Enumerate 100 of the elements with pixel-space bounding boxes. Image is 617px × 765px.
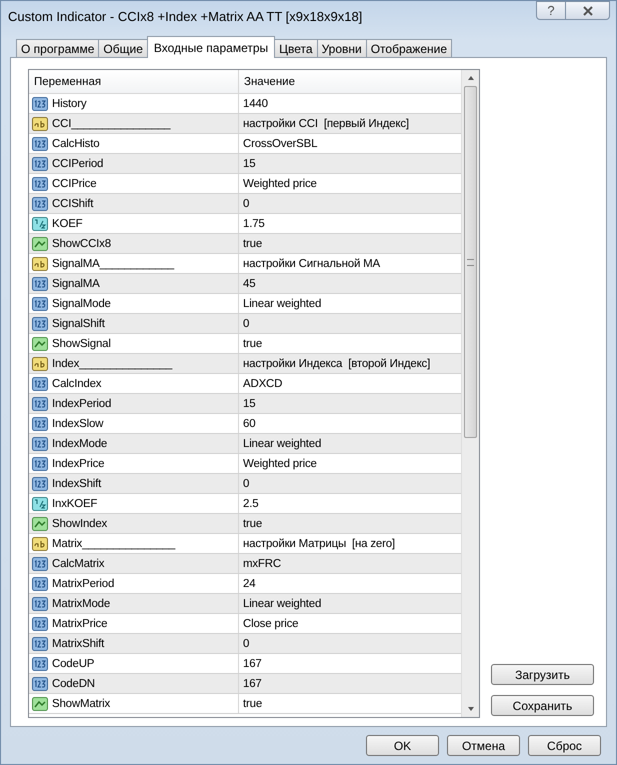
tab[interactable]: Цвета xyxy=(274,39,318,57)
parameter-name: CCIPrice xyxy=(52,178,96,190)
scrollbar[interactable] xyxy=(461,70,479,717)
number-type-icon xyxy=(32,656,48,670)
number-type-icon xyxy=(32,176,48,190)
parameter-value[interactable]: 2.5 xyxy=(243,498,258,510)
parameter-name: IndexShift xyxy=(52,478,102,490)
parameter-value[interactable]: CrossOverSBL xyxy=(243,138,318,150)
parameter-value[interactable]: 1440 xyxy=(243,98,268,110)
close-icon xyxy=(582,6,594,16)
parameter-name: MatrixMode xyxy=(52,598,110,610)
parameter-name: KOEF xyxy=(52,218,83,230)
parameter-name: IndexSlow xyxy=(52,418,104,430)
number-type-icon xyxy=(32,276,48,290)
parameter-value[interactable]: true xyxy=(243,698,262,710)
line-chart-icon xyxy=(32,336,48,350)
parameter-name: CCIShift xyxy=(52,198,94,210)
parameter-value[interactable]: 1.75 xyxy=(243,218,265,230)
parameter-value[interactable]: 24 xyxy=(243,578,256,590)
parameter-name: ShowIndex xyxy=(52,518,108,530)
parameter-value[interactable]: 60 xyxy=(243,418,256,430)
parameter-value[interactable]: true xyxy=(243,338,262,350)
number-type-icon xyxy=(32,616,48,630)
parameter-value[interactable]: mxFRC xyxy=(243,558,281,570)
parameter-value[interactable]: настройки Сигнальной MA xyxy=(243,258,380,270)
number-type-icon xyxy=(32,636,48,650)
parameter-name: SignalShift xyxy=(52,318,105,330)
text-type-icon xyxy=(32,536,48,550)
parameter-name: IndexPrice xyxy=(52,458,104,470)
parameter-name: ShowMatrix xyxy=(52,698,110,710)
parameter-value[interactable]: 0 xyxy=(243,318,250,330)
number-type-icon xyxy=(32,556,48,570)
parameter-name: CalcIndex xyxy=(52,378,102,390)
tab[interactable]: Отображение xyxy=(366,39,452,57)
parameter-value[interactable]: 15 xyxy=(243,158,256,170)
parameter-name: Matrix_______________ xyxy=(52,538,176,550)
parameter-name: CalcMatrix xyxy=(52,558,104,570)
parameter-value[interactable]: 167 xyxy=(243,658,262,670)
number-type-icon xyxy=(32,596,48,610)
side-button[interactable]: Сохранить xyxy=(491,695,594,716)
number-type-icon xyxy=(32,156,48,170)
parameter-name: CCIPeriod xyxy=(52,158,104,170)
dialog-button[interactable]: Отмена xyxy=(447,735,520,756)
parameter-value[interactable]: Close price xyxy=(243,618,298,630)
dialog-button[interactable]: OK xyxy=(366,735,439,756)
parameter-value[interactable]: настройки Индекса [второй Индекс] xyxy=(243,358,430,370)
help-button[interactable]: ? xyxy=(536,1,566,20)
fraction-type-icon xyxy=(32,496,48,510)
number-type-icon xyxy=(32,136,48,150)
number-type-icon xyxy=(32,396,48,410)
number-type-icon xyxy=(32,576,48,590)
parameter-name: CalcHisto xyxy=(52,138,100,150)
parameter-value[interactable]: ADXCD xyxy=(243,378,282,390)
number-type-icon xyxy=(32,196,48,210)
parameter-value[interactable]: 15 xyxy=(243,398,256,410)
parameter-value[interactable]: 0 xyxy=(243,478,250,490)
text-type-icon xyxy=(32,116,48,130)
parameter-value[interactable]: Linear weighted xyxy=(243,438,322,450)
line-chart-icon xyxy=(32,696,48,710)
line-chart-icon xyxy=(32,516,48,530)
line-chart-icon xyxy=(32,236,48,250)
tab[interactable]: Общие xyxy=(98,39,148,57)
parameter-value[interactable]: 0 xyxy=(243,198,250,210)
parameter-value[interactable]: Linear weighted xyxy=(243,598,322,610)
parameter-name: SignalMode xyxy=(52,298,111,310)
parameter-value[interactable]: настройки CCI [первый Индекс] xyxy=(243,118,409,130)
tab[interactable]: Уровни xyxy=(316,39,367,57)
number-type-icon xyxy=(32,476,48,490)
dialog-button[interactable]: Сброс xyxy=(528,735,601,756)
tab[interactable]: О программе xyxy=(16,39,100,57)
parameter-name: MatrixShift xyxy=(52,638,104,650)
number-type-icon xyxy=(32,456,48,470)
parameter-name: IndexPeriod xyxy=(52,398,112,410)
number-type-icon xyxy=(32,296,48,310)
parameter-name: IndexMode xyxy=(52,438,108,450)
parameter-name: SignalMA____________ xyxy=(52,258,174,270)
column-header[interactable]: Значение xyxy=(239,70,461,93)
parameter-value[interactable]: Weighted price xyxy=(243,458,317,470)
parameter-value[interactable]: 45 xyxy=(243,278,256,290)
text-type-icon xyxy=(32,356,48,370)
parameter-value[interactable]: 0 xyxy=(243,638,250,650)
parameter-name: ShowCCIx8 xyxy=(52,238,111,250)
column-header[interactable]: Переменная xyxy=(29,70,239,93)
side-button[interactable]: Загрузить xyxy=(491,664,594,685)
parameter-name: CodeDN xyxy=(52,678,95,690)
parameter-name: ShowSignal xyxy=(52,338,111,350)
fraction-type-icon xyxy=(32,216,48,230)
parameter-value[interactable]: 167 xyxy=(243,678,262,690)
parameter-name: SignalMA xyxy=(52,278,100,290)
parameter-name: InxKOEF xyxy=(52,498,98,510)
text-type-icon xyxy=(32,256,48,270)
tab[interactable]: Входные параметры xyxy=(146,36,276,58)
parameter-value[interactable]: true xyxy=(243,518,262,530)
parameter-value[interactable]: true xyxy=(243,238,262,250)
number-type-icon xyxy=(32,316,48,330)
close-button[interactable] xyxy=(566,1,610,20)
parameter-value[interactable]: Linear weighted xyxy=(243,298,322,310)
parameter-value[interactable]: настройки Матрицы [на zero] xyxy=(243,538,395,550)
parameter-value[interactable]: Weighted price xyxy=(243,178,317,190)
number-type-icon xyxy=(32,436,48,450)
